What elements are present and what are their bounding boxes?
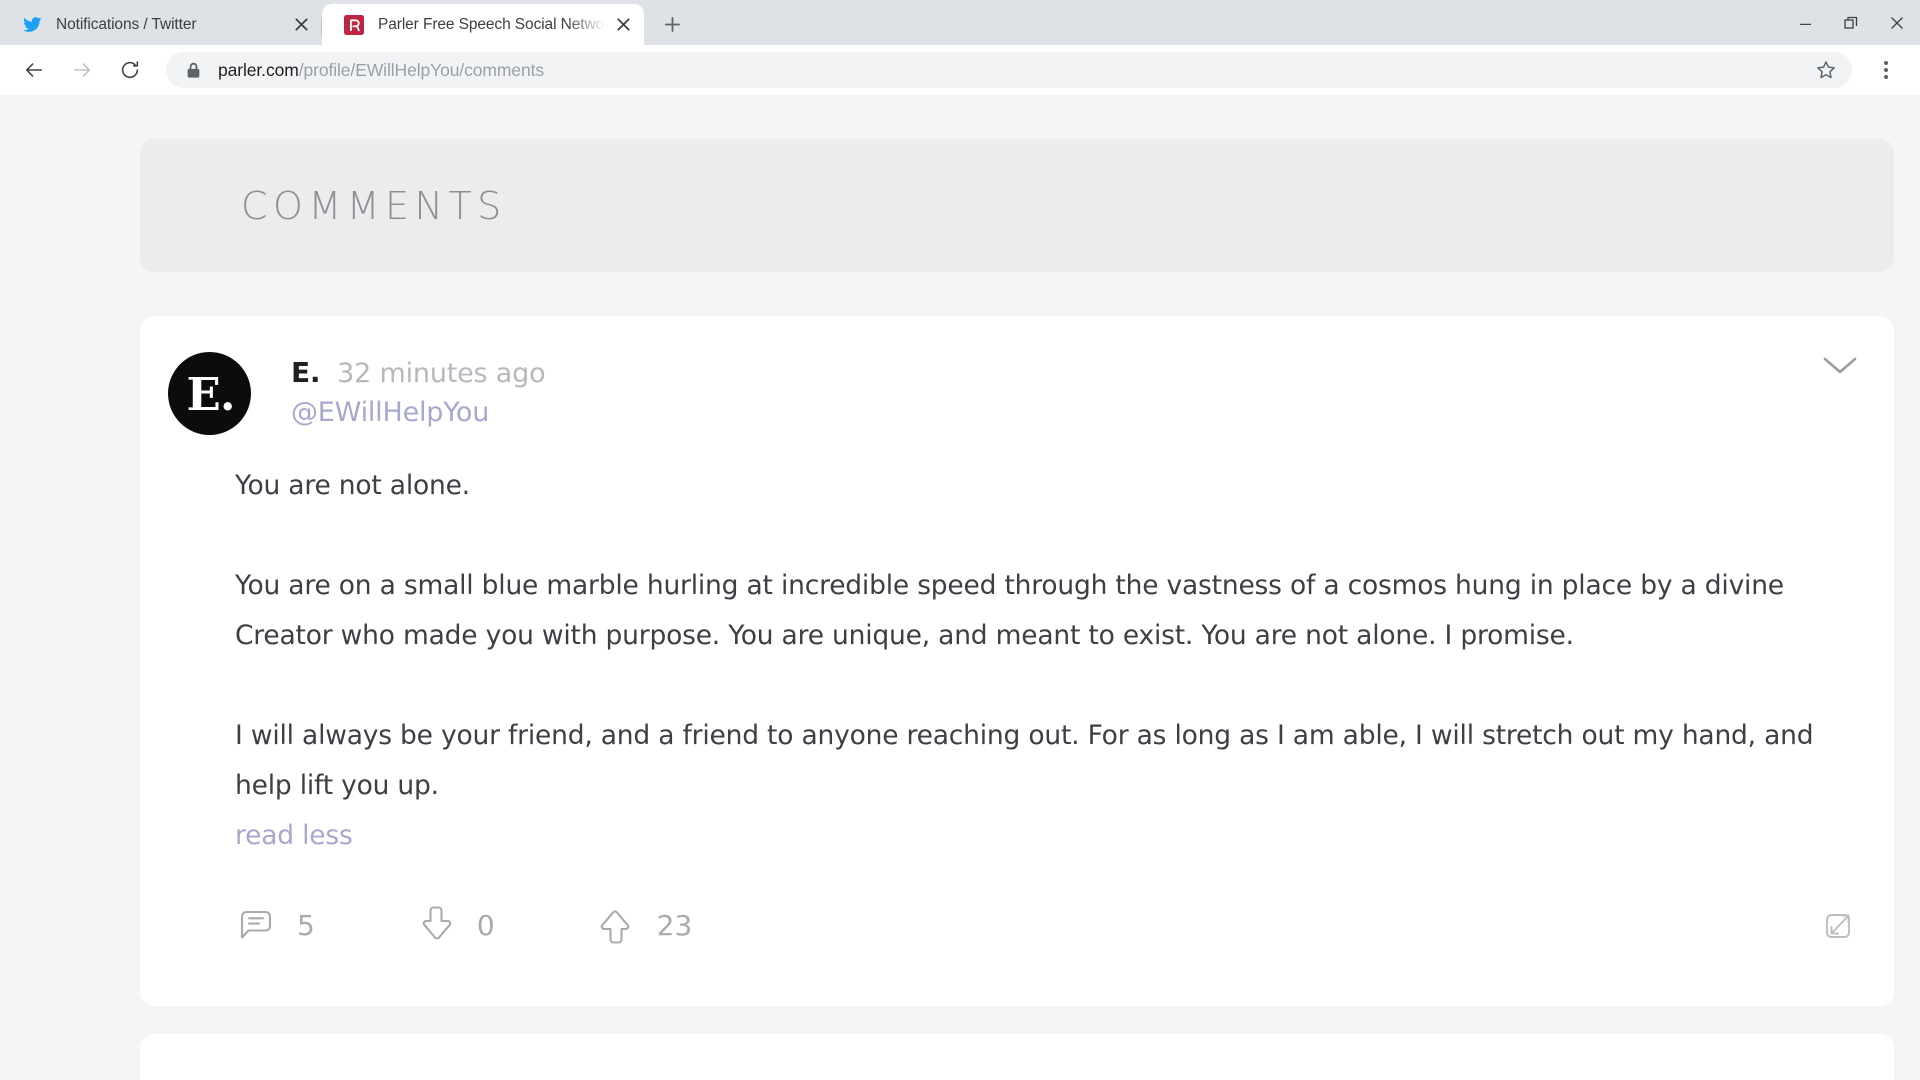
parler-logo-icon [344, 14, 364, 35]
comment-actions: 5 0 23 [235, 883, 1854, 967]
comments-section-header: COMMENTS [140, 139, 1894, 272]
url-domain: parler.com [218, 59, 299, 80]
next-comment-card[interactable] [140, 1034, 1894, 1080]
twitter-bird-icon [22, 15, 42, 35]
lock-icon [184, 61, 202, 79]
comment-action-upvote[interactable]: 23 [595, 904, 693, 946]
close-icon[interactable] [1874, 0, 1920, 45]
chevron-down-icon[interactable] [1818, 344, 1862, 388]
new-tab-button[interactable] [652, 4, 692, 44]
back-arrow-icon[interactable] [16, 52, 52, 88]
comment-identity: E. 32 minutes ago @EWillHelpYou [291, 350, 546, 428]
url-path: /profile/EWillHelpYou/comments [298, 59, 545, 80]
url-text: parler.com/profile/EWillHelpYou/comments [218, 60, 544, 81]
identity-row: E. 32 minutes ago [291, 356, 546, 389]
expand-diagonal-icon[interactable] [1816, 902, 1862, 948]
comment-header: E. E. 32 minutes ago @EWillHelpYou [168, 350, 1854, 435]
comment-paragraph: You are not alone. [235, 470, 470, 501]
tab-strip: Notifications / Twitter Parler Free Spee… [0, 0, 1920, 45]
avatar[interactable]: E. [168, 352, 251, 435]
page-content: COMMENTS E. E. 32 minutes ago @EWillHelp… [0, 95, 1920, 1080]
three-dot-menu-icon[interactable] [1868, 52, 1904, 88]
tab-parler[interactable]: Parler Free Speech Social Netwo [322, 4, 644, 45]
comment-action-downvote[interactable]: 0 [415, 904, 495, 946]
comment-paragraph: I will always be your friend, and a frie… [235, 720, 1814, 801]
tab-notifications-twitter[interactable]: Notifications / Twitter [0, 4, 322, 45]
downvote-arrow-icon [415, 904, 457, 946]
timestamp: 32 minutes ago [337, 358, 546, 389]
tab-close-button[interactable] [608, 10, 638, 40]
reload-icon[interactable] [112, 52, 148, 88]
reply-count: 5 [297, 908, 315, 942]
avatar-letter: E. [186, 368, 236, 421]
upvote-arrow-icon [595, 904, 637, 946]
forward-arrow-icon[interactable] [64, 52, 100, 88]
user-handle-link[interactable]: @EWillHelpYou [291, 397, 545, 428]
downvote-count: 0 [476, 908, 495, 942]
read-less-link[interactable]: read less [235, 811, 353, 861]
window-controls [1782, 0, 1920, 45]
upvote-count: 23 [656, 908, 693, 942]
tab-title: Notifications / Twitter [56, 15, 197, 33]
minimize-icon[interactable] [1782, 0, 1828, 45]
display-name[interactable]: E. [291, 356, 320, 389]
page-title: COMMENTS [241, 183, 507, 228]
comment-body: You are not alone. You are on a small bl… [235, 461, 1835, 861]
browser-toolbar: parler.com/profile/EWillHelpYou/comments [0, 45, 1920, 95]
star-icon[interactable] [1814, 58, 1838, 82]
tab-close-button[interactable] [286, 10, 316, 40]
browser-window: Notifications / Twitter Parler Free Spee… [0, 0, 1920, 1080]
comment-action-reply[interactable]: 5 [235, 904, 315, 946]
comment-bubble-icon [235, 904, 277, 946]
comment-card: E. E. 32 minutes ago @EWillHelpYou You a… [140, 316, 1894, 1006]
tab-title: Parler Free Speech Social Netwo [378, 15, 605, 33]
comment-paragraph: You are on a small blue marble hurling a… [235, 570, 1784, 651]
restore-icon[interactable] [1828, 0, 1874, 45]
address-bar[interactable]: parler.com/profile/EWillHelpYou/comments [166, 52, 1852, 88]
